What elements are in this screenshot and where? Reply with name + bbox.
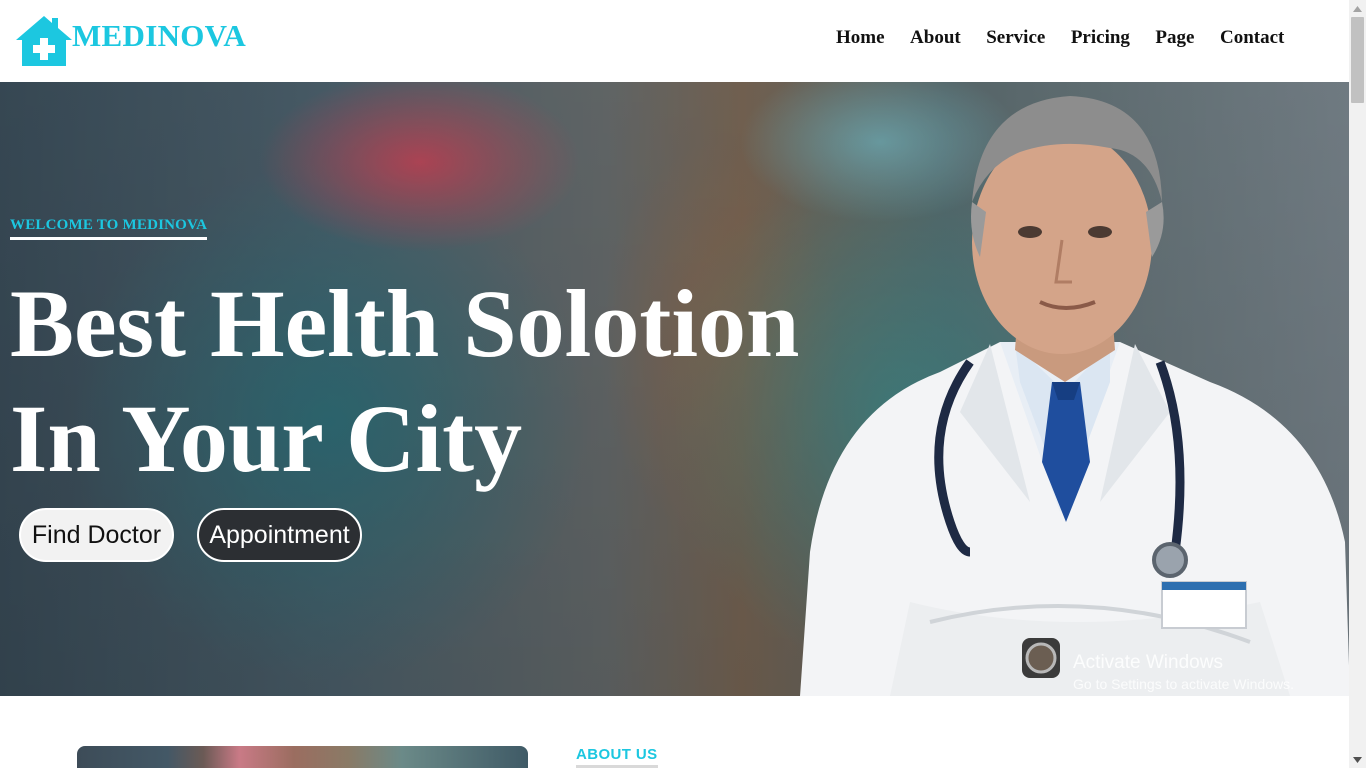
nav-contact[interactable]: Contact [1220,26,1284,50]
about-us-label: ABOUT US [576,746,658,768]
nav-home[interactable]: Home [836,26,885,50]
scroll-up-arrow-icon[interactable] [1349,0,1366,17]
windows-activation-watermark: Activate Windows Go to Settings to activ… [1073,652,1294,692]
hero-headline: Best Helth Solotion In Your City [10,266,799,496]
welcome-label: WELCOME TO MEDINOVA [10,217,208,240]
watermark-subtitle: Go to Settings to activate Windows. [1073,676,1294,692]
page-scrollbar[interactable] [1349,0,1366,768]
brand-logo[interactable] [14,14,74,68]
site-header: MEDINOVA Home About Service Pricing Page… [0,0,1349,82]
about-image [77,746,528,768]
main-nav: Home About Service Pricing Page Contact [836,26,1310,50]
watermark-title: Activate Windows [1073,652,1223,673]
house-medical-icon [16,16,72,66]
nav-pricing[interactable]: Pricing [1071,26,1130,50]
doctor-image [800,96,1349,696]
headline-line-1: Best Helth Solotion [10,270,800,377]
headline-line-2: In Your City [10,385,523,492]
nav-about[interactable]: About [910,26,961,50]
nav-service[interactable]: Service [986,26,1045,50]
appointment-button[interactable]: Appointment [197,508,362,562]
find-doctor-button[interactable]: Find Doctor [19,508,174,562]
scrollbar-thumb[interactable] [1351,17,1364,103]
nav-page[interactable]: Page [1155,26,1194,50]
hero-content: WELCOME TO MEDINOVA Best Helth Solotion … [10,216,799,496]
brand-name[interactable]: MEDINOVA [72,18,246,54]
hero-section: WELCOME TO MEDINOVA Best Helth Solotion … [0,82,1349,696]
scroll-down-arrow-icon[interactable] [1349,751,1366,768]
